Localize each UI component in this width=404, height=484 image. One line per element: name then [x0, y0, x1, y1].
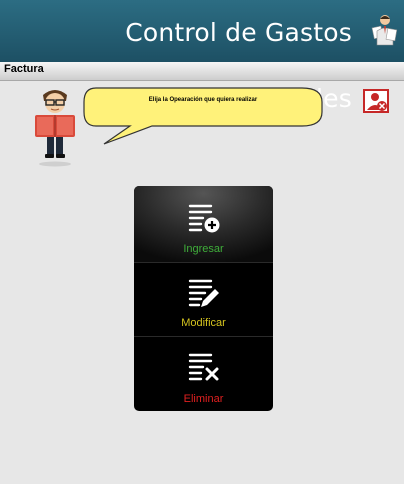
add-record-icon [188, 204, 220, 233]
user-with-documents-icon [371, 15, 398, 46]
speech-bubble [83, 87, 323, 145]
menu-label-modificar: Modificar [181, 317, 226, 329]
menu-item-ingresar[interactable]: Ingresar [134, 186, 273, 262]
section-bar: Factura [0, 62, 404, 81]
user-remove-icon[interactable] [363, 89, 389, 113]
app-header: Control de Gastos Personales [0, 0, 404, 113]
menu-label-eliminar: Eliminar [183, 393, 224, 405]
menu-item-eliminar[interactable]: Eliminar [134, 336, 273, 411]
delete-record-icon [188, 353, 219, 381]
operations-menu: Ingresar Modificar Eliminar [134, 186, 273, 411]
edit-record-icon [188, 279, 219, 307]
section-label: Factura [4, 63, 44, 75]
menu-label-ingresar: Ingresar [183, 243, 224, 255]
menu-item-modificar[interactable]: Modificar [134, 262, 273, 337]
app-title: Control de Gastos Personales [125, 18, 352, 113]
reading-man-icon [35, 90, 75, 167]
assistant-message: Elija la Opearación que quiera realizar [148, 97, 258, 103]
